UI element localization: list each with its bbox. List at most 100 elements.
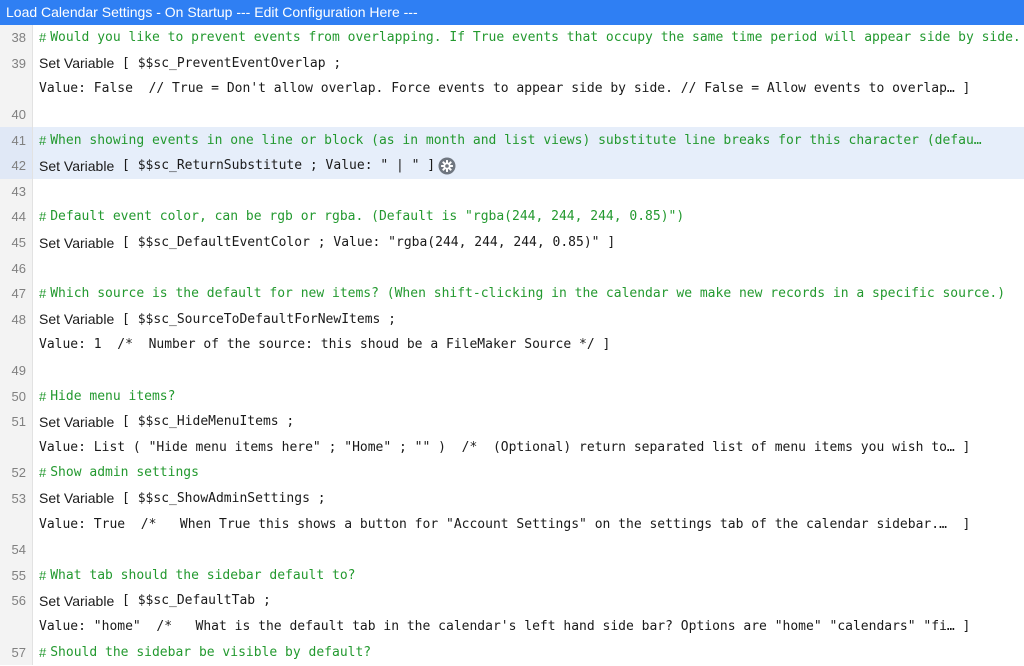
step-parameters: [ $$sc_DefaultEventColor ; Value: "rgba(… [114,235,616,251]
script-step-row[interactable]: Value: 1 /* Number of the source: this s… [0,332,1024,358]
script-step-row[interactable]: 39 Set Variable [ $$sc_PreventEventOverla… [0,50,1024,77]
comment-marker: # [39,286,47,302]
comment-step: # Would you like to prevent events from o… [33,30,1024,45]
gear-icon[interactable] [438,157,456,175]
script-step-row[interactable]: 38 # Would you like to prevent events from… [0,25,1024,51]
script-editor-window: Load Calendar Settings - On Startup --- … [0,0,1024,666]
step-value: Value: List ( "Hide menu items here" ; "… [39,439,971,455]
script-lines[interactable]: 38 # Would you like to prevent events from… [0,25,1024,665]
line-number: 57 [0,639,33,665]
comment-text: Should the sidebar be visible by default… [50,644,372,660]
line-number: 52 [0,460,33,486]
step-continuation: Value: False // True = Don't allow overl… [33,81,1024,96]
step-value: Value: True /* When True this shows a bu… [39,516,971,532]
step-value: Value: 1 /* Number of the source: this s… [39,337,611,353]
line-number: 40 [0,101,33,128]
line-number [0,332,33,358]
set-variable-step: Set Variable [ $$sc_PreventEventOverlap … [33,55,1024,71]
comment-text: When showing events in one line or block… [50,132,982,148]
set-variable-step: Set Variable [ $$sc_HideMenuItems ; [33,414,1024,430]
line-number: 42 [0,152,33,179]
line-number [0,511,33,537]
script-step-row[interactable]: Value: List ( "Hide menu items here" ; "… [0,434,1024,461]
script-step-row[interactable]: 46 [0,255,1024,281]
line-number: 38 [0,25,33,51]
set-variable-step: Set Variable [ $$sc_ShowAdminSettings ; [33,490,1024,506]
script-step-row[interactable]: 41 # When showing events in one line or bl… [0,127,1024,153]
comment-text: Would you like to prevent events from ov… [50,30,1021,46]
line-number: 51 [0,408,33,435]
step-keyword: Set Variable [39,490,115,507]
comment-marker: # [39,567,47,583]
script-step-row[interactable]: Value: "home" /* What is the default tab… [0,613,1024,640]
comment-step: # Show admin settings [33,465,1024,480]
comment-step: # Which source is the default for new ite… [33,286,1024,301]
comment-text: What tab should the sidebar default to? [50,567,356,583]
line-number: 47 [0,280,33,307]
comment-step: # What tab should the sidebar default to? [33,568,1024,583]
comment-text: Show admin settings [50,465,199,481]
comment-step: # Default event color, can be rgb or rgba… [33,209,1024,224]
step-keyword: Set Variable [39,592,115,609]
set-variable-step: Set Variable [ $$sc_DefaultEventColor ; … [33,235,1024,251]
script-step-row[interactable]: 54 [0,536,1024,563]
script-step-row[interactable]: 53 Set Variable [ $$sc_ShowAdminSettings … [0,485,1024,512]
script-step-row[interactable]: 49 [0,357,1024,384]
script-step-row[interactable]: 51 Set Variable [ $$sc_HideMenuItems ; [0,408,1024,435]
script-step-row[interactable]: Value: False // True = Don't allow overl… [0,76,1024,102]
comment-marker: # [39,209,47,225]
line-number: 56 [0,588,33,614]
line-number [0,76,33,102]
step-continuation: Value: True /* When True this shows a bu… [33,517,1024,532]
line-number [0,613,33,640]
script-step-row[interactable]: 44 # Default event color, can be rgb or rg… [0,204,1024,230]
line-number: 46 [0,255,33,281]
script-step-row[interactable]: 50 # Hide menu items? [0,383,1024,409]
line-number: 53 [0,485,33,512]
step-parameters: [ $$sc_HideMenuItems ; [114,414,295,430]
comment-marker: # [39,388,47,404]
script-step-row[interactable]: 40 [0,101,1024,128]
step-parameters: [ $$sc_DefaultTab ; [114,593,271,609]
line-number: 50 [0,383,33,409]
comment-text: Default event color, can be rgb or rgba.… [50,209,685,225]
step-parameters: [ $$sc_PreventEventOverlap ; [114,55,342,71]
script-step-row[interactable]: 43 [0,178,1024,205]
comment-marker: # [39,30,47,46]
line-number: 41 [0,127,33,153]
line-number: 44 [0,204,33,230]
comment-marker: # [39,465,47,481]
comment-text: Hide menu items? [50,388,176,404]
set-variable-step: Set Variable [ $$sc_DefaultTab ; [33,593,1024,609]
comment-step: # When showing events in one line or bloc… [33,133,1024,148]
line-number: 45 [0,229,33,256]
step-parameters: [ $$sc_ReturnSubstitute ; Value: " | " ] [114,158,436,174]
step-continuation: Value: 1 /* Number of the source: this s… [33,337,1024,352]
script-step-row[interactable]: 56 Set Variable [ $$sc_DefaultTab ; [0,588,1024,614]
script-step-row[interactable]: 55 # What tab should the sidebar default t… [0,562,1024,589]
line-number: 54 [0,536,33,563]
script-step-row[interactable]: 57 # Should the sidebar be visible by defa… [0,639,1024,665]
script-step-row[interactable]: 52 # Show admin settings [0,460,1024,486]
script-step-row[interactable]: 42 Set Variable [ $$sc_ReturnSubstitute ;… [0,152,1024,179]
script-step-row[interactable]: 48 Set Variable [ $$sc_SourceToDefaultFor… [0,306,1024,333]
line-number: 55 [0,562,33,589]
script-title: Load Calendar Settings - On Startup --- … [0,0,1024,25]
set-variable-step: Set Variable [ $$sc_ReturnSubstitute ; V… [33,157,1024,175]
set-variable-step: Set Variable [ $$sc_SourceToDefaultForNe… [33,311,1024,327]
comment-step: # Should the sidebar be visible by defaul… [33,645,1024,660]
script-step-row[interactable]: 47 # Which source is the default for new i… [0,280,1024,307]
step-keyword: Set Variable [39,311,115,328]
step-value: Value: "home" /* What is the default tab… [39,618,971,634]
comment-marker: # [39,132,47,148]
script-step-row[interactable]: Value: True /* When True this shows a bu… [0,511,1024,537]
line-number: 49 [0,357,33,384]
step-parameters: [ $$sc_SourceToDefaultForNewItems ; [114,311,396,327]
step-parameters: [ $$sc_ShowAdminSettings ; [114,490,326,506]
line-number: 39 [0,50,33,77]
step-value: Value: False // True = Don't allow overl… [39,81,971,97]
script-step-row[interactable]: 45 Set Variable [ $$sc_DefaultEventColor … [0,229,1024,256]
comment-marker: # [39,644,47,660]
step-continuation: Value: "home" /* What is the default tab… [33,619,1024,634]
comment-step: # Hide menu items? [33,389,1024,404]
